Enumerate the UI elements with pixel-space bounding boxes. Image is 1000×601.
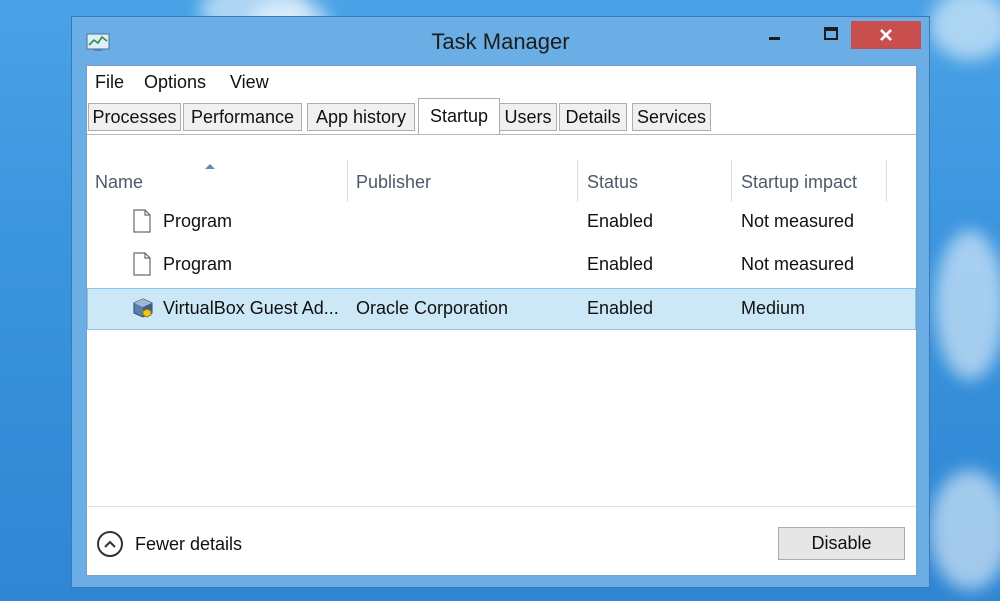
row-name: Program xyxy=(163,254,233,274)
menu-view[interactable]: View xyxy=(230,72,269,93)
background-petal xyxy=(930,470,1000,590)
tab-app-history[interactable]: App history xyxy=(307,103,415,131)
menu-file[interactable]: File xyxy=(95,72,124,93)
window-title: Task Manager xyxy=(431,29,570,54)
column-separator[interactable] xyxy=(347,160,348,202)
table-row-selected[interactable]: VirtualBox Guest Ad... Oracle Corporatio… xyxy=(87,288,916,330)
document-icon xyxy=(133,252,151,276)
row-name: Program xyxy=(163,211,233,231)
virtualbox-icon xyxy=(133,298,153,318)
row-name: VirtualBox Guest Ad... xyxy=(163,298,339,318)
tab-processes[interactable]: Processes xyxy=(88,103,181,131)
column-separator[interactable] xyxy=(577,160,578,202)
background-petal xyxy=(930,0,1000,60)
chevron-up-icon xyxy=(97,531,123,557)
column-header-row: Name Publisher Status Startup impact xyxy=(87,160,916,202)
row-status: Enabled xyxy=(587,211,654,231)
maximize-button[interactable] xyxy=(814,21,848,47)
background-petal xyxy=(935,230,1000,380)
column-header-name[interactable]: Name xyxy=(95,172,143,193)
row-status: Enabled xyxy=(587,298,654,318)
column-separator[interactable] xyxy=(731,160,732,202)
column-header-publisher[interactable]: Publisher xyxy=(356,172,431,193)
tab-services[interactable]: Services xyxy=(632,103,711,131)
row-startup-impact: Medium xyxy=(741,298,806,318)
row-publisher: Oracle Corporation xyxy=(356,298,509,318)
tab-strip: Processes Performance App history Startu… xyxy=(87,98,916,135)
task-manager-window: Task Manager File Options View Processes… xyxy=(71,16,930,588)
minimize-icon xyxy=(769,37,780,40)
tab-performance[interactable]: Performance xyxy=(183,103,302,131)
tab-startup[interactable]: Startup xyxy=(418,98,500,134)
tab-users[interactable]: Users xyxy=(499,103,557,131)
menu-bar: File Options View xyxy=(87,66,916,96)
fewer-details-button[interactable]: Fewer details xyxy=(97,529,242,559)
tab-details[interactable]: Details xyxy=(559,103,627,131)
minimize-button[interactable] xyxy=(758,21,792,47)
footer-bar: Fewer details Disable xyxy=(87,506,916,577)
table-row[interactable]: Program Enabled Not measured xyxy=(87,245,918,287)
fewer-details-label: Fewer details xyxy=(135,533,243,554)
table-row[interactable]: Program Enabled Not measured xyxy=(87,202,918,244)
column-separator[interactable] xyxy=(886,160,887,202)
disable-button[interactable]: Disable xyxy=(778,527,905,560)
task-manager-content: File Options View Processes Performance … xyxy=(86,65,917,576)
close-button[interactable] xyxy=(851,21,921,49)
maximize-icon xyxy=(824,27,838,40)
row-startup-impact: Not measured xyxy=(741,254,855,274)
row-startup-impact: Not measured xyxy=(741,211,855,231)
column-header-status[interactable]: Status xyxy=(587,172,638,193)
document-icon xyxy=(133,209,151,233)
column-header-startup-impact[interactable]: Startup impact xyxy=(741,172,857,193)
row-status: Enabled xyxy=(587,254,654,274)
close-icon xyxy=(880,29,892,41)
title-bar[interactable]: Task Manager xyxy=(72,17,929,65)
menu-options[interactable]: Options xyxy=(144,72,206,93)
